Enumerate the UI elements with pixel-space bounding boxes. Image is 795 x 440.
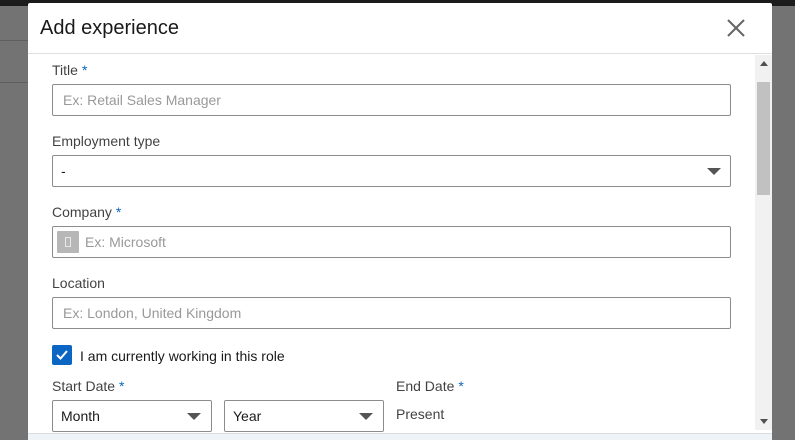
required-mark: *	[458, 378, 464, 394]
start-year-value: Year	[233, 408, 262, 424]
scrollbar-thumb[interactable]	[757, 82, 770, 195]
scroll-down-button[interactable]	[755, 413, 772, 430]
start-date-label: Start Date *	[52, 378, 124, 394]
background-divider	[0, 82, 28, 83]
required-mark: *	[119, 378, 125, 394]
end-date-label: End Date *	[396, 378, 464, 394]
chevron-down-icon	[707, 168, 721, 175]
company-label: Company *	[52, 204, 121, 220]
arrow-up-icon	[759, 61, 768, 66]
currently-working-label: I am currently working in this role	[80, 348, 285, 364]
start-month-value: Month	[61, 408, 100, 424]
location-label: Location	[52, 275, 105, 291]
background-left-strip	[0, 6, 28, 440]
building-icon-shape	[65, 237, 71, 247]
title-input[interactable]: Ex: Retail Sales Manager	[52, 84, 731, 116]
company-input[interactable]: Ex: Microsoft	[52, 226, 731, 258]
title-label-text: Title	[52, 62, 78, 78]
location-input[interactable]: Ex: London, United Kingdom	[52, 297, 731, 329]
end-date-label-text: End Date	[396, 378, 455, 394]
end-date-value: Present	[396, 406, 445, 422]
close-button[interactable]	[720, 12, 752, 44]
arrow-down-icon	[759, 419, 768, 424]
title-placeholder: Ex: Retail Sales Manager	[63, 92, 221, 108]
employment-type-value: -	[61, 163, 66, 179]
building-icon	[57, 231, 79, 253]
start-year-select[interactable]: Year	[224, 400, 384, 432]
modal-scrollbar[interactable]	[755, 55, 772, 430]
company-placeholder: Ex: Microsoft	[85, 234, 166, 250]
location-placeholder: Ex: London, United Kingdom	[63, 305, 242, 321]
background-right-strip	[772, 6, 795, 440]
start-date-label-text: Start Date	[52, 378, 116, 394]
modal-footer	[28, 433, 772, 440]
employment-type-label: Employment type	[52, 133, 161, 149]
start-month-select[interactable]: Month	[52, 400, 212, 432]
required-mark: *	[81, 62, 88, 78]
scroll-up-button[interactable]	[755, 55, 772, 72]
background-divider	[0, 40, 28, 41]
required-mark: *	[115, 204, 122, 220]
checkmark-icon	[56, 350, 68, 360]
chevron-down-icon	[187, 413, 201, 420]
add-experience-modal: Add experience Title * Ex: Retail Sales M…	[28, 3, 772, 440]
modal-body: Title * Ex: Retail Sales Manager Employme…	[28, 55, 772, 433]
employment-type-select[interactable]: -	[52, 155, 731, 187]
title-label: Title *	[52, 62, 87, 78]
company-label-text: Company	[52, 204, 112, 220]
currently-working-checkbox[interactable]	[52, 345, 72, 365]
modal-title: Add experience	[40, 17, 179, 39]
chevron-down-icon	[359, 413, 373, 420]
close-icon	[727, 19, 745, 37]
modal-header: Add experience	[28, 3, 772, 54]
